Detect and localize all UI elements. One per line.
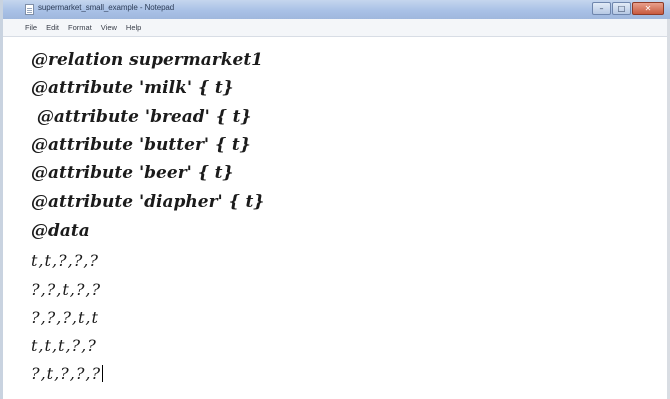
text-editor-area[interactable]: @relation supermarket1 @attribute 'milk'… xyxy=(3,38,670,399)
notepad-icon xyxy=(25,4,34,15)
menu-format[interactable]: Format xyxy=(68,23,92,32)
notepad-window: supermarket_small_example - Notepad – □ … xyxy=(0,0,670,399)
menu-bar: File Edit Format View Help xyxy=(3,19,670,37)
window-title: supermarket_small_example - Notepad xyxy=(38,3,175,12)
close-button[interactable]: ✕ xyxy=(632,2,664,15)
text-line: t,t,?,?,? xyxy=(31,251,99,270)
menu-view[interactable]: View xyxy=(101,23,117,32)
text-line: @data xyxy=(31,221,90,241)
minimize-button[interactable]: – xyxy=(592,2,611,15)
text-line: @attribute 'butter' { t} xyxy=(31,135,251,155)
text-line: @attribute 'milk' { t} xyxy=(31,78,234,98)
text-line: @attribute 'bread' { t} xyxy=(31,107,252,127)
menu-edit[interactable]: Edit xyxy=(46,23,59,32)
text-line: ?,?,t,?,? xyxy=(31,280,102,299)
text-line: t,t,t,?,? xyxy=(31,336,97,355)
text-line: @attribute 'diapher' { t} xyxy=(31,192,265,212)
text-line: @attribute 'beer' { t} xyxy=(31,163,234,183)
text-cursor xyxy=(102,365,103,382)
text-line: ?,t,?,?,? xyxy=(31,364,102,383)
window-controls: – □ ✕ xyxy=(592,2,664,15)
menu-help[interactable]: Help xyxy=(126,23,141,32)
menu-file[interactable]: File xyxy=(25,23,37,32)
title-bar[interactable]: supermarket_small_example - Notepad – □ … xyxy=(3,0,670,19)
text-line: ?,?,?,t,t xyxy=(31,308,99,327)
text-line: @relation supermarket1 xyxy=(31,50,263,70)
maximize-button[interactable]: □ xyxy=(612,2,631,15)
